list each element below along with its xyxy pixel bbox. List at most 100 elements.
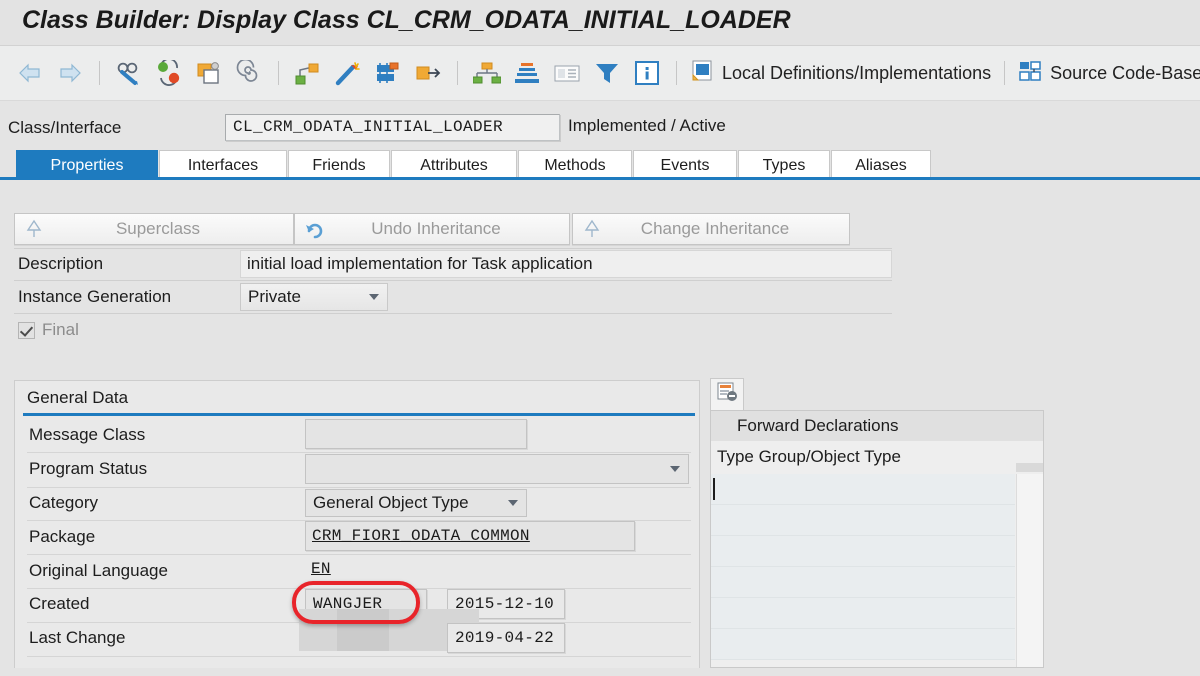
chevron-down-icon [508,500,518,506]
created-label: Created [29,594,89,614]
text-cursor [713,478,715,500]
table-row[interactable] [711,536,1015,567]
info-icon[interactable] [630,56,664,90]
general-data-title: General Data [27,388,128,408]
source-code-based-button[interactable]: Source Code-Based [1014,56,1200,90]
original-language-label: Original Language [29,561,168,581]
table-row[interactable] [711,474,1015,505]
spiral-icon[interactable] [232,56,266,90]
tab-attributes[interactable]: Attributes [391,150,517,180]
forward-declarations-column-header: Type Group/Object Type [711,441,1043,473]
document-lines-icon [690,59,714,88]
toolbar-separator [457,61,458,85]
class-interface-label: Class/Interface [8,118,121,138]
class-interface-row: Class/Interface CL_CRM_ODATA_INITIAL_LOA… [0,112,1200,146]
change-inheritance-label: Change Inheritance [605,219,849,239]
divider [27,554,691,555]
class-status-text: Implemented / Active [568,116,726,136]
local-definitions-label: Local Definitions/Implementations [722,63,991,84]
package-label: Package [29,527,95,547]
source-code-based-label: Source Code-Based [1050,63,1200,84]
divider [14,280,892,281]
local-definitions-implementations-button[interactable]: Local Definitions/Implementations [686,56,995,90]
forward-declarations-panel: Forward Declarations Type Group/Object T… [710,410,1044,668]
original-language-input[interactable]: EN [307,557,345,581]
final-label: Final [42,320,79,340]
vertical-scrollbar[interactable] [1016,474,1043,667]
program-status-select[interactable] [305,454,689,484]
divider [27,452,691,453]
table-row[interactable] [711,598,1015,629]
message-class-label: Message Class [29,425,145,445]
activate-icon[interactable] [152,56,186,90]
divider [14,313,892,314]
forward-declarations-grid [711,474,1043,667]
divider [14,248,892,249]
general-data-panel: General Data Message Class Program Statu… [14,380,700,668]
tab-properties[interactable]: Properties [16,150,158,180]
chevron-down-icon [670,466,680,472]
type-group-object-type-header: Type Group/Object Type [717,447,901,467]
category-value: General Object Type [313,493,469,513]
description-label: Description [18,254,103,274]
toolbar-separator [1004,61,1005,85]
last-change-date-value: 2019-04-22 [455,629,554,647]
copy-object-icon[interactable] [192,56,226,90]
original-language-value: EN [311,560,331,578]
scrollbar-header-cap [1016,463,1043,472]
change-inheritance-button[interactable]: Change Inheritance [572,213,850,245]
window-title-bar: Class Builder: Display Class CL_CRM_ODAT… [0,0,1200,46]
tab-interfaces[interactable]: Interfaces [159,150,287,180]
category-label: Category [29,493,98,513]
forward-declarations-title: Forward Declarations [737,416,899,436]
chevron-down-icon [369,294,379,300]
toolbar-separator [99,61,100,85]
navigate-arrow-icon[interactable] [411,56,445,90]
forward-declarations-header: Forward Declarations [711,411,1043,441]
divider [27,487,691,488]
display-change-icon[interactable] [112,56,146,90]
org-chart-icon[interactable] [470,56,504,90]
class-builder-window: Class Builder: Display Class CL_CRM_ODAT… [0,0,1200,676]
tab-methods[interactable]: Methods [518,150,632,180]
table-row[interactable] [711,567,1015,598]
class-hierarchy-icon[interactable] [291,56,325,90]
stack-lines-icon[interactable] [510,56,544,90]
instance-generation-label: Instance Generation [18,287,171,307]
table-row[interactable] [711,505,1015,536]
message-class-input[interactable] [305,419,527,449]
superclass-button[interactable]: Superclass [14,213,294,245]
toolbar-separator [676,61,677,85]
signature-icon[interactable] [371,56,405,90]
back-arrow-icon[interactable] [13,56,47,90]
last-change-label: Last Change [29,628,125,648]
inheritance-arrow-icon [21,219,47,239]
final-checkbox[interactable]: Final [18,320,79,340]
forward-declarations-tab[interactable] [710,378,744,410]
forward-arrow-icon[interactable] [53,56,87,90]
class-interface-input[interactable]: CL_CRM_ODATA_INITIAL_LOADER [225,114,560,141]
tab-events[interactable]: Events [633,150,737,180]
last-change-user-shadow [337,609,389,651]
last-change-date-input[interactable]: 2019-04-22 [447,623,565,653]
instance-generation-select[interactable]: Private [240,283,388,311]
inheritance-arrow-icon [579,219,605,239]
description-input[interactable]: initial load implementation for Task app… [240,250,892,278]
table-row[interactable] [711,629,1015,660]
tab-types[interactable]: Types [738,150,830,180]
tab-aliases[interactable]: Aliases [831,150,931,180]
divider [27,656,691,657]
general-data-rule [23,413,695,416]
instance-generation-value: Private [248,287,301,307]
source-code-icon [1018,59,1042,88]
tab-friends[interactable]: Friends [288,150,390,180]
properties-tabstrip: Properties Interfaces Friends Attributes… [0,150,1200,180]
undo-inheritance-button[interactable]: Undo Inheritance [294,213,570,245]
filter-icon[interactable] [590,56,624,90]
category-select[interactable]: General Object Type [305,489,527,517]
list-pane-icon[interactable] [550,56,584,90]
undo-inheritance-label: Undo Inheritance [327,219,569,239]
magic-wand-icon[interactable] [331,56,365,90]
package-input[interactable]: CRM_FIORI_ODATA_COMMON [305,521,635,551]
undo-arrow-icon [301,219,327,239]
